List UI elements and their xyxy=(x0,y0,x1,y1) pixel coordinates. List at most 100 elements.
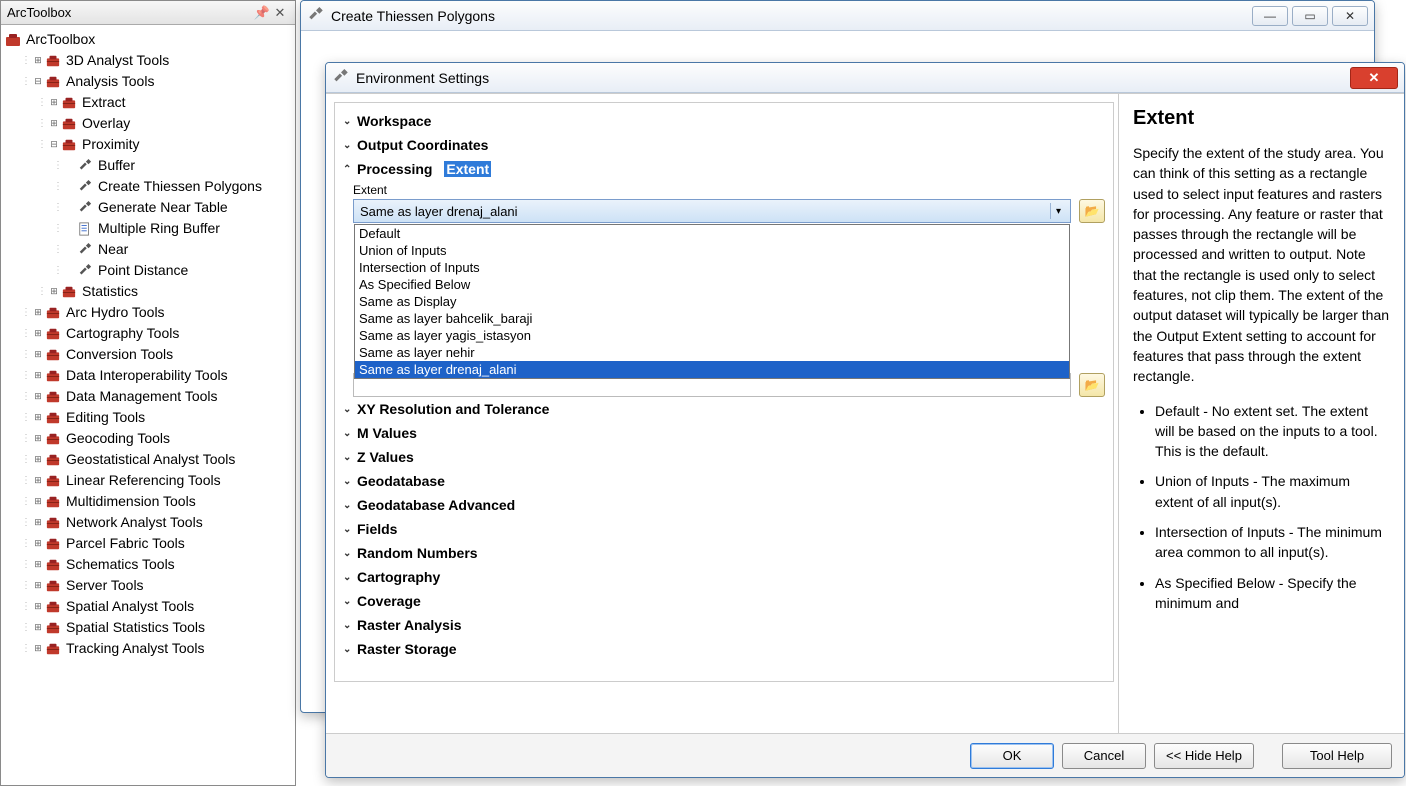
expand-glyph[interactable]: ⊞ xyxy=(32,323,44,344)
section-raster-analysis[interactable]: ⌄Raster Analysis xyxy=(343,613,1105,637)
tree-item[interactable]: ⋮⊞Editing Tools xyxy=(3,407,293,428)
hammer-icon xyxy=(77,158,93,174)
section-workspace[interactable]: ⌄Workspace xyxy=(343,109,1105,133)
close-button[interactable]: ✕ xyxy=(1350,67,1398,89)
chevron-down-icon: ⌄ xyxy=(343,404,353,415)
env-settings-scroll[interactable]: ⌄Workspace ⌄Output Coordinates ⌃ Process… xyxy=(326,94,1119,733)
tree-item[interactable]: ⋮⊟Proximity xyxy=(3,134,293,155)
tree-item[interactable]: ⋮Point Distance xyxy=(3,260,293,281)
env-titlebar[interactable]: Environment Settings ✕ xyxy=(326,63,1404,93)
expand-glyph[interactable]: ⊞ xyxy=(32,554,44,575)
expand-glyph[interactable]: ⊞ xyxy=(32,533,44,554)
expand-glyph[interactable]: ⊞ xyxy=(32,617,44,638)
tree-root[interactable]: ArcToolbox xyxy=(3,29,293,50)
close-icon[interactable]: ✕ xyxy=(271,5,289,21)
tree-item[interactable]: ⋮⊞Linear Referencing Tools xyxy=(3,470,293,491)
pushpin-icon[interactable]: 📌 xyxy=(253,5,271,21)
tree-item[interactable]: ⋮Generate Near Table xyxy=(3,197,293,218)
section-fields[interactable]: ⌄Fields xyxy=(343,517,1105,541)
tree-item[interactable]: ⋮⊟Analysis Tools xyxy=(3,71,293,92)
tool-help-button[interactable]: Tool Help xyxy=(1282,743,1392,769)
expand-glyph[interactable]: ⊞ xyxy=(48,92,60,113)
expand-glyph[interactable]: ⊞ xyxy=(32,365,44,386)
expand-glyph[interactable]: ⊞ xyxy=(32,386,44,407)
arctoolbox-tree[interactable]: ArcToolbox⋮⊞3D Analyst Tools⋮⊟Analysis T… xyxy=(1,25,295,663)
section-raster-storage[interactable]: ⌄Raster Storage xyxy=(343,637,1105,661)
dropdown-option[interactable]: Same as layer bahcelik_baraji xyxy=(355,310,1069,327)
section-geodatabase[interactable]: ⌄Geodatabase xyxy=(343,469,1105,493)
section-random-numbers[interactable]: ⌄Random Numbers xyxy=(343,541,1105,565)
maximize-button[interactable]: ▭ xyxy=(1292,6,1328,26)
tree-item[interactable]: ⋮⊞Tracking Analyst Tools xyxy=(3,638,293,659)
dropdown-option[interactable]: Default xyxy=(355,225,1069,242)
browse-button[interactable]: 📂 xyxy=(1079,199,1105,223)
expand-glyph[interactable]: ⊞ xyxy=(32,344,44,365)
section-coverage[interactable]: ⌄Coverage xyxy=(343,589,1105,613)
tree-item[interactable]: ⋮⊞Spatial Analyst Tools xyxy=(3,596,293,617)
expand-glyph[interactable]: ⊞ xyxy=(48,113,60,134)
extent-label: Extent xyxy=(353,181,1105,199)
dropdown-option[interactable]: Intersection of Inputs xyxy=(355,259,1069,276)
tree-item[interactable]: ⋮Buffer xyxy=(3,155,293,176)
extent-dropdown-list[interactable]: DefaultUnion of InputsIntersection of In… xyxy=(354,224,1070,379)
dropdown-option[interactable]: Same as layer nehir xyxy=(355,344,1069,361)
expand-glyph[interactable]: ⊞ xyxy=(32,302,44,323)
dropdown-option[interactable]: Union of Inputs xyxy=(355,242,1069,259)
section-cartography[interactable]: ⌄Cartography xyxy=(343,565,1105,589)
expand-glyph[interactable]: ⊞ xyxy=(32,407,44,428)
expand-glyph[interactable]: ⊞ xyxy=(32,491,44,512)
thiessen-titlebar[interactable]: Create Thiessen Polygons — ▭ ✕ xyxy=(301,1,1374,31)
expand-glyph[interactable]: ⊞ xyxy=(32,575,44,596)
minimize-button[interactable]: — xyxy=(1252,6,1288,26)
chevron-down-icon: ⌄ xyxy=(343,140,353,151)
cancel-button[interactable]: Cancel xyxy=(1062,743,1146,769)
tree-item[interactable]: ⋮⊞Statistics xyxy=(3,281,293,302)
tree-item[interactable]: ⋮⊞Conversion Tools xyxy=(3,344,293,365)
chevron-down-icon: ⌄ xyxy=(343,476,353,487)
dropdown-option[interactable]: Same as layer drenaj_alani xyxy=(355,361,1069,378)
tree-item[interactable]: ⋮⊞Extract xyxy=(3,92,293,113)
tree-item[interactable]: ⋮⊞Server Tools xyxy=(3,575,293,596)
tree-item[interactable]: ⋮⊞Geostatistical Analyst Tools xyxy=(3,449,293,470)
expand-glyph[interactable]: ⊞ xyxy=(32,50,44,71)
tree-item[interactable]: ⋮Create Thiessen Polygons xyxy=(3,176,293,197)
expand-glyph[interactable]: ⊞ xyxy=(32,596,44,617)
section-geodatabase-advanced[interactable]: ⌄Geodatabase Advanced xyxy=(343,493,1105,517)
tree-item[interactable]: ⋮⊞Arc Hydro Tools xyxy=(3,302,293,323)
ok-button[interactable]: OK xyxy=(970,743,1054,769)
expand-glyph[interactable]: ⊟ xyxy=(32,71,44,92)
section-m-values[interactable]: ⌄M Values xyxy=(343,421,1105,445)
expand-glyph[interactable]: ⊞ xyxy=(32,512,44,533)
close-button[interactable]: ✕ xyxy=(1332,6,1368,26)
browse-button[interactable]: 📂 xyxy=(1079,373,1105,397)
tree-item[interactable]: ⋮⊞Network Analyst Tools xyxy=(3,512,293,533)
section-xy[interactable]: ⌄XY Resolution and Tolerance xyxy=(343,397,1105,421)
section-z-values[interactable]: ⌄Z Values xyxy=(343,445,1105,469)
hide-help-button[interactable]: << Hide Help xyxy=(1154,743,1254,769)
dropdown-option[interactable]: As Specified Below xyxy=(355,276,1069,293)
expand-glyph[interactable]: ⊟ xyxy=(48,134,60,155)
help-title: Extent xyxy=(1133,104,1390,133)
tree-item[interactable]: ⋮⊞Parcel Fabric Tools xyxy=(3,533,293,554)
section-output-coordinates[interactable]: ⌄Output Coordinates xyxy=(343,133,1105,157)
tree-item[interactable]: ⋮⊞Cartography Tools xyxy=(3,323,293,344)
tree-item[interactable]: ⋮⊞Multidimension Tools xyxy=(3,491,293,512)
section-processing-extent[interactable]: ⌃ Processing Extent xyxy=(343,157,1105,181)
tree-item[interactable]: ⋮⊞Data Interoperability Tools xyxy=(3,365,293,386)
extent-dropdown[interactable]: Same as layer drenaj_alani ▾ DefaultUnio… xyxy=(353,199,1071,223)
expand-glyph[interactable]: ⊞ xyxy=(32,470,44,491)
tree-item[interactable]: ⋮⊞3D Analyst Tools xyxy=(3,50,293,71)
dropdown-option[interactable]: Same as layer yagis_istasyon xyxy=(355,327,1069,344)
expand-glyph[interactable]: ⊞ xyxy=(32,428,44,449)
tree-item[interactable]: ⋮⊞Spatial Statistics Tools xyxy=(3,617,293,638)
tree-item[interactable]: ⋮Near xyxy=(3,239,293,260)
expand-glyph[interactable]: ⊞ xyxy=(32,638,44,659)
tree-item[interactable]: ⋮⊞Geocoding Tools xyxy=(3,428,293,449)
dropdown-option[interactable]: Same as Display xyxy=(355,293,1069,310)
tree-item[interactable]: ⋮⊞Schematics Tools xyxy=(3,554,293,575)
tree-item[interactable]: ⋮Multiple Ring Buffer xyxy=(3,218,293,239)
expand-glyph[interactable]: ⊞ xyxy=(32,449,44,470)
tree-item[interactable]: ⋮⊞Data Management Tools xyxy=(3,386,293,407)
tree-item[interactable]: ⋮⊞Overlay xyxy=(3,113,293,134)
expand-glyph[interactable]: ⊞ xyxy=(48,281,60,302)
